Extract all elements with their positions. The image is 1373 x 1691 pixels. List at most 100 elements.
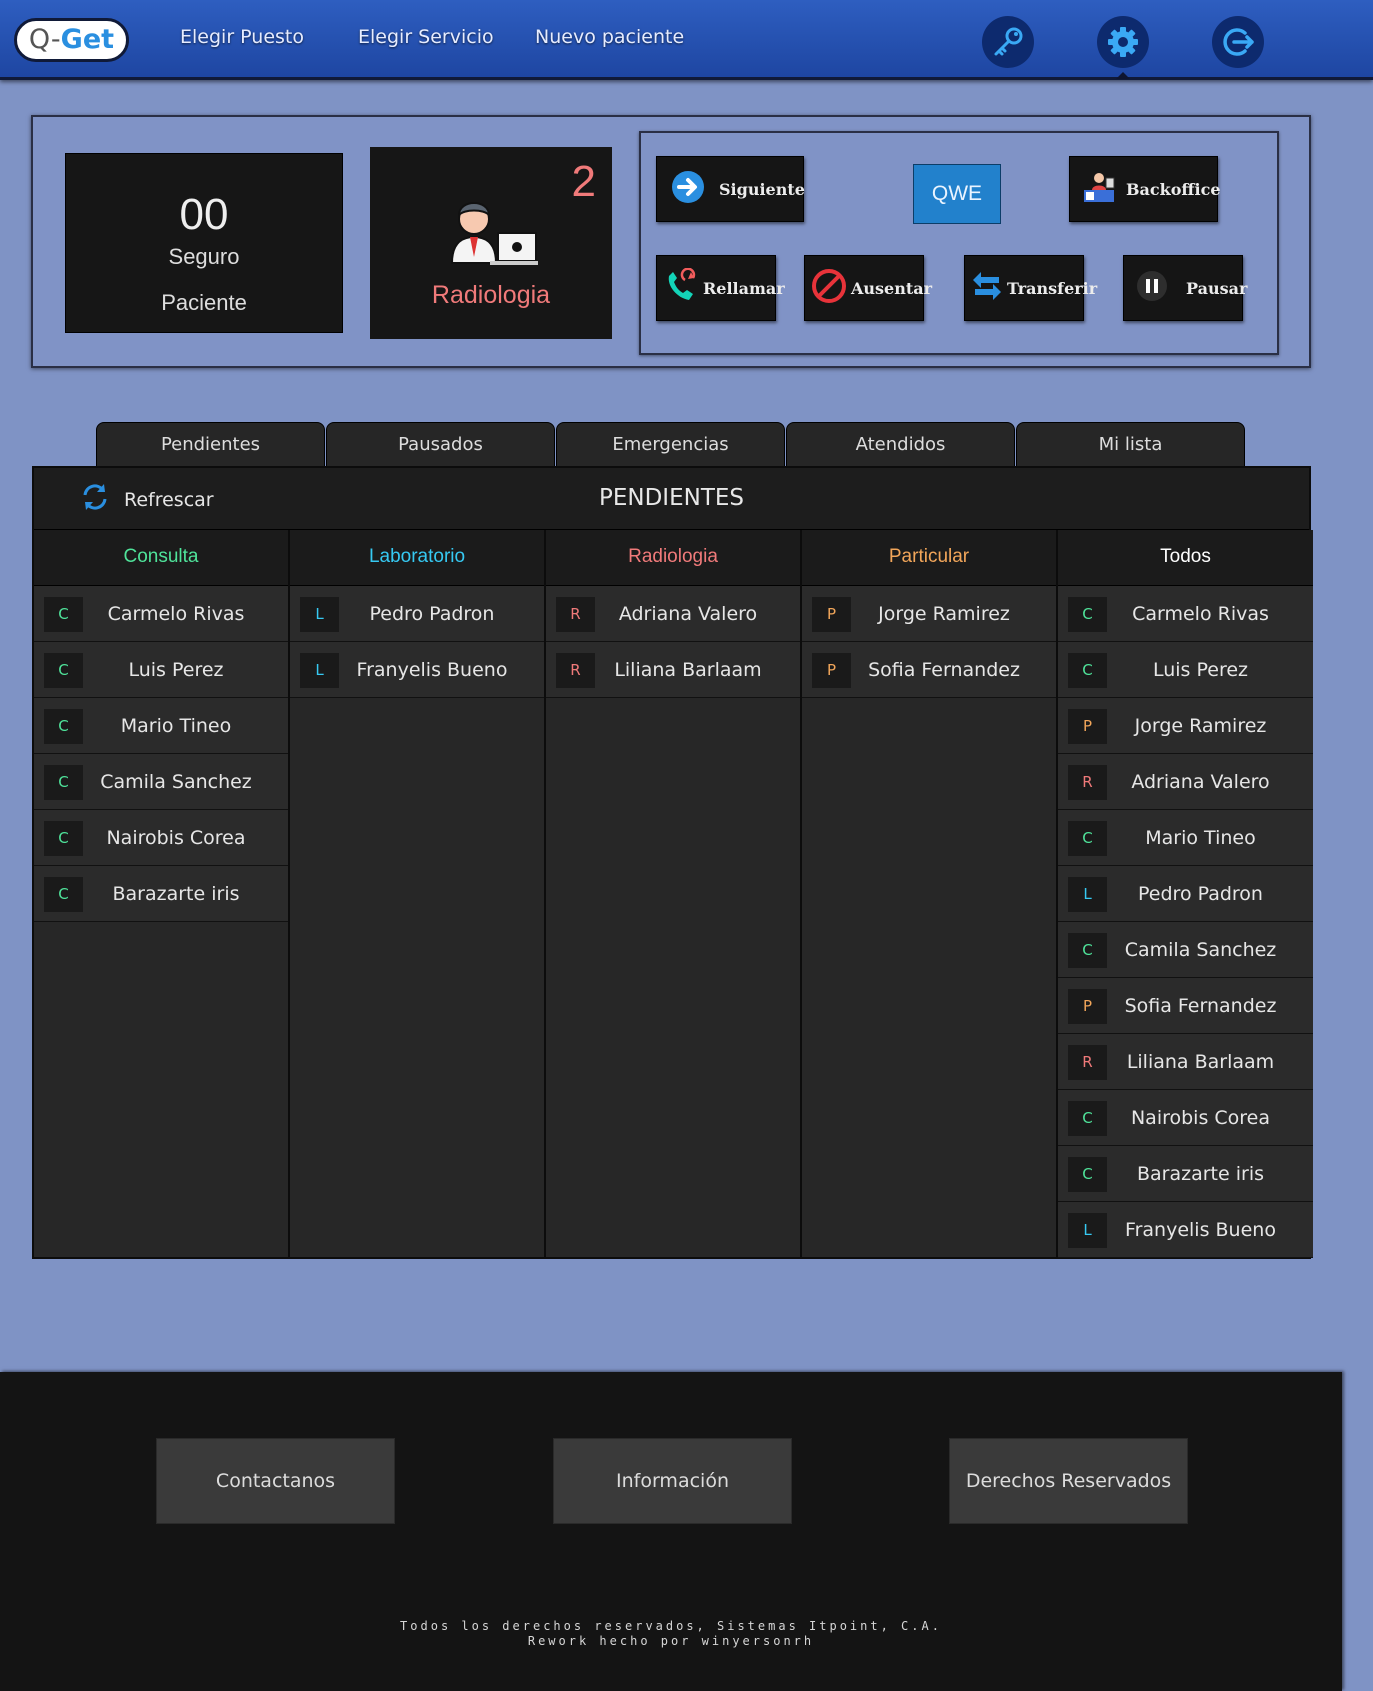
service-code-badge: P: [1068, 989, 1107, 1024]
patient-row[interactable]: C Camila Sanchez: [1058, 922, 1313, 978]
patient-row[interactable]: C Barazarte iris: [34, 866, 288, 922]
key-icon[interactable]: [982, 16, 1034, 68]
patient-row[interactable]: C Luis Perez: [34, 642, 288, 698]
patient-row[interactable]: R Liliana Barlaam: [1058, 1034, 1313, 1090]
contactanos-button[interactable]: Contactanos: [156, 1438, 395, 1524]
qwe-button[interactable]: QWE: [913, 164, 1001, 224]
derechos-reservados-button[interactable]: Derechos Reservados: [949, 1438, 1188, 1524]
patient-row[interactable]: L Franyelis Bueno: [1058, 1202, 1313, 1258]
patient-row[interactable]: C Barazarte iris: [1058, 1146, 1313, 1202]
doctor-icon: [440, 185, 540, 271]
patient-row[interactable]: R Adriana Valero: [546, 586, 800, 642]
patient-row[interactable]: C Carmelo Rivas: [1058, 586, 1313, 642]
column-header[interactable]: Laboratorio: [290, 530, 544, 586]
phone-recall-icon: [663, 267, 699, 308]
service-code-badge: C: [1068, 933, 1107, 968]
top-navbar: Q-Get Elegir Puesto Elegir Servicio Nuev…: [0, 0, 1373, 80]
patient-row[interactable]: C Mario Tineo: [1058, 810, 1313, 866]
service-code-badge: C: [44, 653, 83, 688]
patient-row[interactable]: C Nairobis Corea: [34, 810, 288, 866]
tab-emergencias[interactable]: Emergencias: [556, 422, 785, 468]
board-header: Refrescar PENDIENTES: [34, 468, 1309, 530]
service-code-badge: P: [812, 653, 851, 688]
patient-row[interactable]: L Pedro Padron: [1058, 866, 1313, 922]
patient-row[interactable]: P Sofia Fernandez: [1058, 978, 1313, 1034]
arrow-right-icon: [671, 170, 705, 208]
patient-row[interactable]: P Jorge Ramirez: [802, 586, 1056, 642]
action-buttons: Siguiente QWE Backoffice Rellamar Ausent…: [639, 131, 1279, 355]
column-header[interactable]: Radiologia: [546, 530, 800, 586]
transfer-arrows-icon: [969, 268, 1005, 308]
column-todos: Todos C Carmelo Rivas C Luis Perez P Jorge Ram…: [1058, 530, 1313, 1259]
service-code-badge: L: [1068, 1213, 1107, 1248]
patient-row[interactable]: R Adriana Valero: [1058, 754, 1313, 810]
column-header[interactable]: Todos: [1058, 530, 1313, 586]
patient-row[interactable]: P Jorge Ramirez: [1058, 698, 1313, 754]
patient-row[interactable]: C Nairobis Corea: [1058, 1090, 1313, 1146]
logout-icon[interactable]: [1212, 16, 1264, 68]
service-code-badge: L: [300, 653, 339, 688]
ticket-label: Paciente: [161, 290, 247, 315]
service-code-badge: C: [44, 597, 83, 632]
column-consulta: Consulta C Carmelo Rivas C Luis Perez C Mario …: [34, 530, 290, 1259]
legal-text: Todos los derechos reservados, Sistemas …: [400, 1619, 942, 1648]
current-ticket: 00 Seguro Paciente: [65, 153, 343, 333]
queue-board: Refrescar PENDIENTES Consulta C Carmelo Ri…: [32, 466, 1313, 1259]
active-caret: [1116, 72, 1130, 79]
ticket-type: Seguro: [168, 244, 240, 269]
service-code-badge: C: [44, 709, 83, 744]
service-code-badge: C: [44, 821, 83, 856]
patient-row[interactable]: L Franyelis Bueno: [290, 642, 544, 698]
ban-icon: [811, 268, 847, 308]
siguiente-button[interactable]: Siguiente: [656, 156, 805, 222]
nav-elegir-servicio[interactable]: Elegir Servicio: [358, 26, 494, 48]
tab-mi-lista[interactable]: Mi lista: [1016, 422, 1245, 468]
service-card: 2 Radiologia: [370, 147, 612, 339]
column-particular: Particular P Jorge Ramirez P Sofia Fernandez: [802, 530, 1058, 1259]
service-code-badge: C: [1068, 597, 1107, 632]
ticket-number: 00: [179, 190, 229, 239]
service-code-badge: R: [556, 653, 595, 688]
service-code-badge: C: [1068, 1157, 1107, 1192]
service-code-badge: L: [300, 597, 339, 632]
patient-row[interactable]: C Camila Sanchez: [34, 754, 288, 810]
transferir-button[interactable]: Transferir: [964, 255, 1097, 321]
patient-row[interactable]: P Sofia Fernandez: [802, 642, 1056, 698]
patient-row[interactable]: R Liliana Barlaam: [546, 642, 800, 698]
column-header[interactable]: Particular: [802, 530, 1056, 586]
tab-atendidos[interactable]: Atendidos: [786, 422, 1015, 468]
service-count: 2: [571, 157, 596, 206]
service-code-badge: C: [1068, 821, 1107, 856]
patient-row[interactable]: C Mario Tineo: [34, 698, 288, 754]
nav-elegir-puesto[interactable]: Elegir Puesto: [180, 26, 304, 48]
service-code-badge: C: [1068, 1101, 1107, 1136]
service-code-badge: R: [556, 597, 595, 632]
service-code-badge: C: [44, 877, 83, 912]
ausentar-button[interactable]: Ausentar: [804, 255, 932, 321]
informacion-button[interactable]: Información: [553, 1438, 792, 1524]
nav-nuevo-paciente[interactable]: Nuevo paciente: [535, 26, 684, 48]
gear-icon[interactable]: [1097, 16, 1149, 68]
patient-row[interactable]: L Pedro Padron: [290, 586, 544, 642]
rellamar-button[interactable]: Rellamar: [656, 255, 785, 321]
column-header[interactable]: Consulta: [34, 530, 288, 586]
pause-icon: [1136, 270, 1168, 306]
patient-row[interactable]: C Luis Perez: [1058, 642, 1313, 698]
patient-row[interactable]: C Carmelo Rivas: [34, 586, 288, 642]
control-panel: 00 Seguro Paciente 2 Radiologia Siguient…: [31, 115, 1311, 368]
app-logo[interactable]: Q-Get: [14, 18, 129, 62]
column-laboratorio: Laboratorio L Pedro Padron L Franyelis Bueno: [290, 530, 546, 1259]
tab-pendientes[interactable]: Pendientes: [96, 422, 325, 468]
tab-pausados[interactable]: Pausados: [326, 422, 555, 468]
service-code-badge: C: [44, 765, 83, 800]
pausar-button[interactable]: Pausar: [1123, 255, 1247, 321]
service-code-badge: P: [812, 597, 851, 632]
backoffice-button[interactable]: Backoffice: [1069, 156, 1221, 222]
service-code-badge: P: [1068, 709, 1107, 744]
service-code-badge: R: [1068, 1045, 1107, 1080]
service-code-badge: C: [1068, 653, 1107, 688]
office-desk-icon: [1082, 170, 1116, 208]
footer: Contactanos Información Derechos Reserva…: [0, 1372, 1342, 1691]
board-title: PENDIENTES: [598, 485, 745, 511]
service-code-badge: R: [1068, 765, 1107, 800]
